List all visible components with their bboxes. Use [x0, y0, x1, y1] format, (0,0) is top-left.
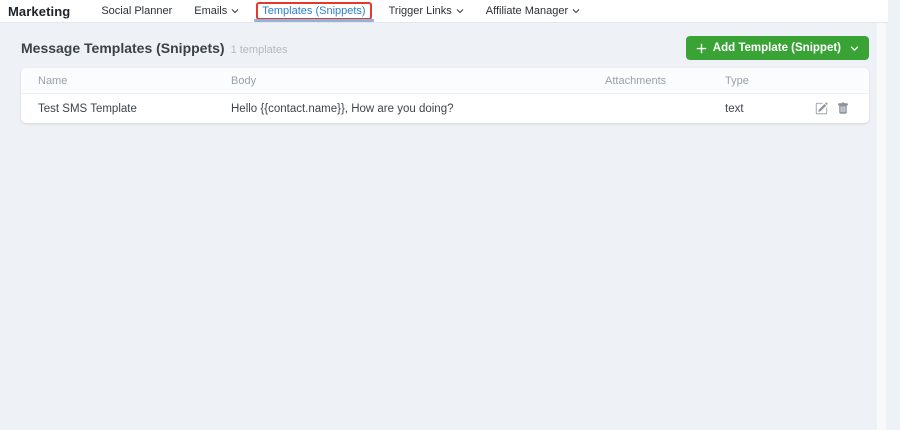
edit-icon[interactable]: [815, 102, 828, 115]
page-title: Message Templates (Snippets)1 templates: [21, 40, 287, 56]
column-header-name: Name: [38, 75, 231, 87]
nav-item-affiliate-manager[interactable]: Affiliate Manager: [475, 0, 591, 22]
template-name-cell: Test SMS Template: [38, 103, 231, 115]
nav-item-label: Emails: [194, 5, 227, 17]
nav-item-label: Trigger Links: [389, 5, 452, 17]
add-template-button[interactable]: Add Template (Snippet): [686, 36, 869, 60]
nav-menu: Social Planner Emails Templates (Snippet…: [90, 0, 591, 22]
column-header-type: Type: [725, 75, 815, 87]
page-header-row: Message Templates (Snippets)1 templates …: [21, 35, 869, 61]
nav-item-label: Templates (Snippets): [262, 5, 365, 17]
top-nav-bar: Marketing Social Planner Emails Template…: [0, 0, 888, 23]
nav-item-templates-snippets[interactable]: Templates (Snippets): [250, 0, 377, 22]
template-body-cell: Hello {{contact.name}}, How are you doin…: [231, 103, 605, 115]
row-actions: [815, 102, 861, 115]
nav-item-label: Affiliate Manager: [486, 5, 568, 17]
plus-icon: [696, 43, 707, 54]
nav-item-label: Social Planner: [101, 5, 172, 17]
table-row[interactable]: Test SMS Template Hello {{contact.name}}…: [21, 94, 869, 123]
templates-count: 1 templates: [231, 44, 288, 56]
chevron-down-icon: [231, 7, 239, 15]
templates-table-card: Name Body Attachments Type Test SMS Temp…: [21, 68, 869, 123]
chevron-down-icon: [456, 7, 464, 15]
main-content: Message Templates (Snippets)1 templates …: [0, 23, 900, 430]
annotation-highlight-box: Templates (Snippets): [256, 2, 371, 20]
nav-item-trigger-links[interactable]: Trigger Links: [378, 0, 475, 22]
table-header-row: Name Body Attachments Type: [21, 68, 869, 94]
add-template-button-label: Add Template (Snippet): [713, 42, 841, 54]
column-header-attachments: Attachments: [605, 75, 725, 87]
nav-item-social-planner[interactable]: Social Planner: [90, 0, 183, 22]
nav-item-emails[interactable]: Emails: [183, 0, 250, 22]
chevron-down-icon: [572, 7, 580, 15]
brand-title: Marketing: [8, 4, 70, 19]
column-header-body: Body: [231, 75, 605, 87]
template-type-cell: text: [725, 103, 815, 115]
trash-icon[interactable]: [837, 102, 849, 115]
vertical-scrollbar[interactable]: [877, 23, 886, 430]
chevron-down-icon: [850, 44, 859, 53]
